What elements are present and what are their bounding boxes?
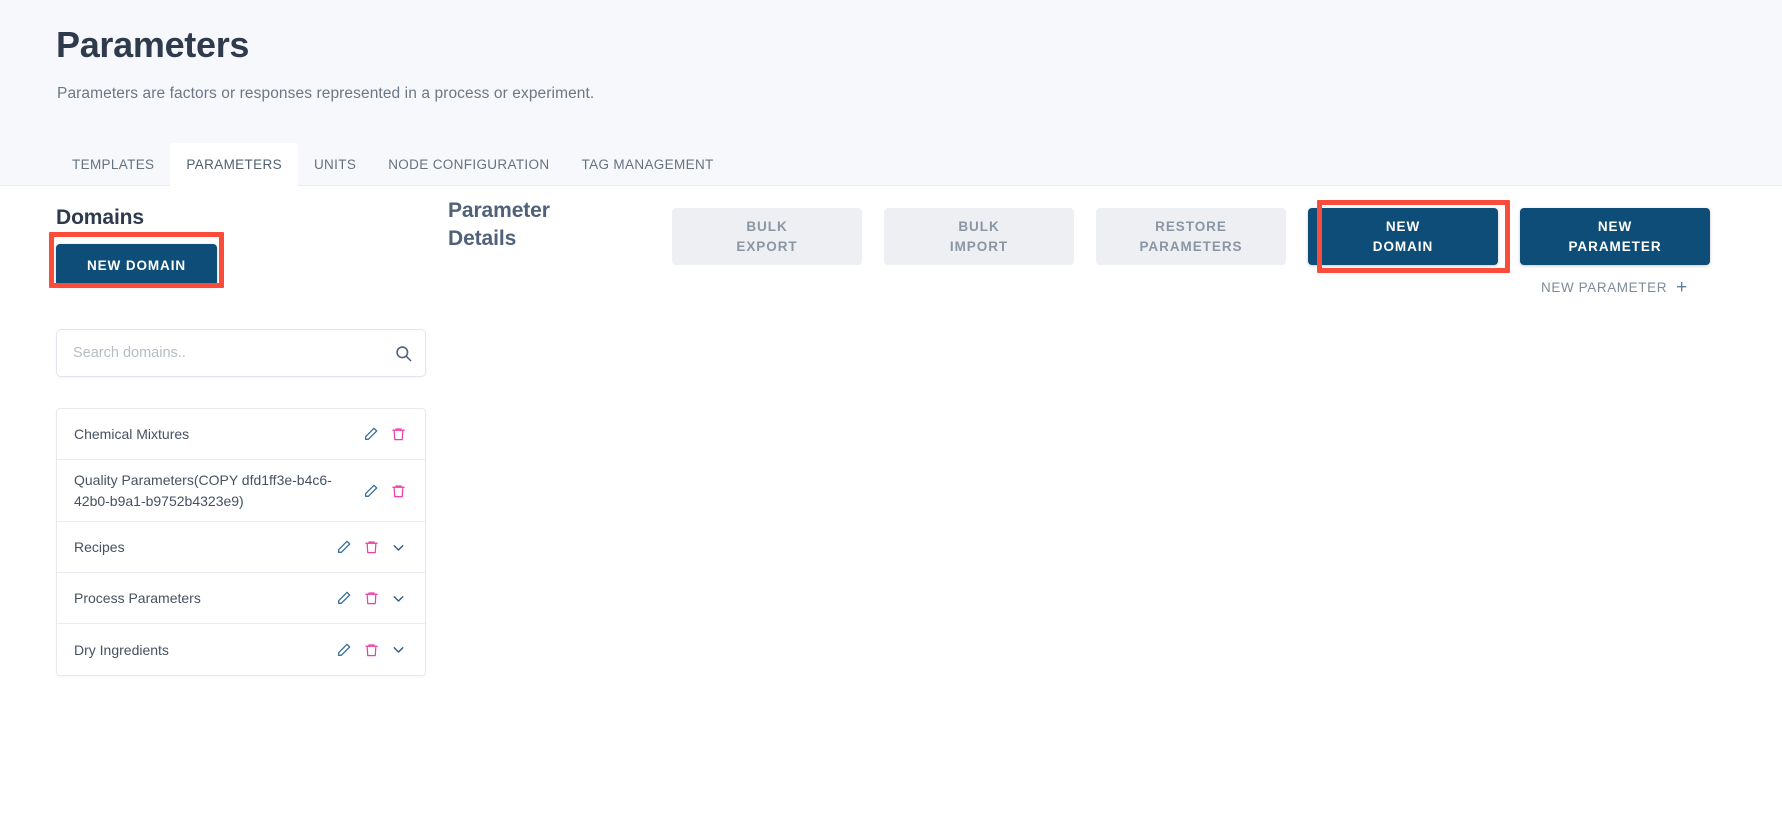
pencil-icon[interactable] xyxy=(335,538,353,556)
parameter-details-heading: Parameter Details xyxy=(448,197,598,253)
new-parameter-link[interactable]: NEW PARAMETER + xyxy=(1541,278,1688,297)
tab-bar: TEMPLATES PARAMETERS UNITS NODE CONFIGUR… xyxy=(56,143,730,186)
chevron-down-icon[interactable] xyxy=(389,641,407,659)
tab-units[interactable]: UNITS xyxy=(298,143,372,186)
new-parameter-line2: PARAMETER xyxy=(1568,238,1662,254)
bulk-import-line2: IMPORT xyxy=(949,238,1009,254)
row-actions xyxy=(335,641,407,659)
domain-name: Quality Parameters(COPY dfd1ff3e-b4c6-42… xyxy=(74,472,332,509)
trash-icon[interactable] xyxy=(389,425,407,443)
details-title-line1: Parameter xyxy=(448,199,550,222)
details-toolbar: BULK EXPORT BULK IMPORT RESTORE PARAMETE… xyxy=(672,208,1710,265)
bulk-import-button[interactable]: BULK IMPORT xyxy=(884,208,1074,265)
trash-icon[interactable] xyxy=(362,641,380,659)
parameters-page: Parameters Parameters are factors or res… xyxy=(0,0,1782,822)
domain-name: Process Parameters xyxy=(74,590,201,607)
row-actions xyxy=(362,482,407,500)
details-title-line2: Details xyxy=(448,226,517,250)
bulk-export-line1: BULK xyxy=(746,218,788,234)
new-domain-button-sidebar[interactable]: NEW DOMAIN xyxy=(56,244,217,286)
chevron-down-icon[interactable] xyxy=(389,538,407,556)
trash-icon[interactable] xyxy=(362,538,380,556)
new-domain-line1: NEW xyxy=(1385,218,1421,234)
new-parameter-button[interactable]: NEW PARAMETER xyxy=(1520,208,1710,265)
row-actions xyxy=(335,538,407,556)
pencil-icon[interactable] xyxy=(362,482,380,500)
table-row[interactable]: Recipes xyxy=(57,522,425,574)
bulk-export-line2: EXPORT xyxy=(736,238,798,254)
domain-list: Chemical Mixtures Quality Parameters(COP… xyxy=(56,408,426,677)
domain-name: Recipes xyxy=(74,539,125,556)
page-header: Parameters Parameters are factors or res… xyxy=(0,0,1782,186)
domain-name: Dry Ingredients xyxy=(74,641,169,658)
search-icon[interactable] xyxy=(381,344,425,363)
bulk-import-line1: BULK xyxy=(958,218,1000,234)
domain-name: Chemical Mixtures xyxy=(74,425,190,442)
domain-search[interactable] xyxy=(56,329,426,377)
table-row[interactable]: Quality Parameters(COPY dfd1ff3e-b4c6-42… xyxy=(57,460,425,523)
bulk-export-button[interactable]: BULK EXPORT xyxy=(672,208,862,265)
tab-tag-management[interactable]: TAG MANAGEMENT xyxy=(566,143,730,186)
new-parameter-line1: NEW xyxy=(1597,218,1633,234)
new-domain-button-toolbar[interactable]: NEW DOMAIN xyxy=(1308,208,1498,265)
tab-templates[interactable]: TEMPLATES xyxy=(56,143,170,186)
trash-icon[interactable] xyxy=(362,589,380,607)
restore-parameters-button[interactable]: RESTORE PARAMETERS xyxy=(1096,208,1286,265)
pencil-icon[interactable] xyxy=(335,641,353,659)
pencil-icon[interactable] xyxy=(362,425,380,443)
table-row[interactable]: Chemical Mixtures xyxy=(57,409,425,460)
chevron-down-icon[interactable] xyxy=(389,589,407,607)
restore-parameters-line2: PARAMETERS xyxy=(1139,238,1243,254)
plus-icon: + xyxy=(1676,277,1688,298)
trash-icon[interactable] xyxy=(389,482,407,500)
search-input[interactable] xyxy=(57,345,381,361)
domains-panel: Domains NEW DOMAIN Chemical Mixtures xyxy=(56,206,426,677)
row-actions xyxy=(335,589,407,607)
table-row[interactable]: Dry Ingredients xyxy=(57,624,425,675)
tab-parameters[interactable]: PARAMETERS xyxy=(170,143,298,186)
new-domain-line2: DOMAIN xyxy=(1372,238,1434,254)
new-parameter-link-label: NEW PARAMETER xyxy=(1541,280,1668,295)
page-title: Parameters xyxy=(56,24,250,65)
restore-parameters-line1: RESTORE xyxy=(1155,218,1227,234)
domains-heading: Domains xyxy=(56,206,144,229)
page-subtitle: Parameters are factors or responses repr… xyxy=(57,85,595,102)
row-actions xyxy=(362,425,407,443)
pencil-icon[interactable] xyxy=(335,589,353,607)
tab-node-configuration[interactable]: NODE CONFIGURATION xyxy=(372,143,565,186)
table-row[interactable]: Process Parameters xyxy=(57,573,425,625)
